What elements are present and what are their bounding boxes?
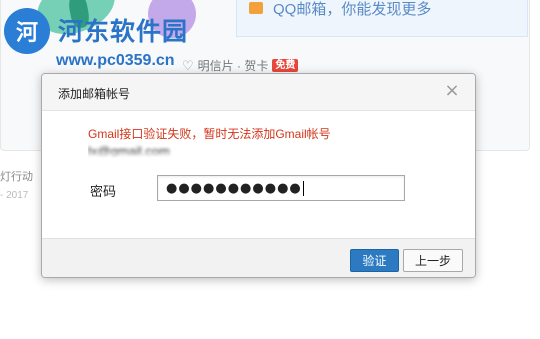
back-button[interactable]: 上一步 bbox=[403, 249, 463, 272]
promo-tip[interactable]: QQ邮箱，你能发现更多 bbox=[236, 0, 528, 37]
dialog-footer: 验证 上一步 bbox=[42, 238, 475, 277]
dialog-title: 添加邮箱帐号 bbox=[58, 87, 131, 101]
text-caret bbox=[302, 180, 304, 196]
side-text: 灯行动 bbox=[0, 171, 33, 183]
add-mail-account-dialog: 添加邮箱帐号 × Gmail接口验证失败，暂时无法添加Gmail帐号 lx@gm… bbox=[41, 73, 476, 278]
password-label: 密码 bbox=[90, 184, 117, 199]
watermark-title: 河东软件园 bbox=[58, 17, 189, 46]
watermark-logo-icon: 河 bbox=[4, 8, 50, 54]
tip-icon bbox=[249, 2, 263, 14]
free-badge: 免费 bbox=[272, 59, 299, 72]
heart-icon: ♡ bbox=[182, 57, 194, 73]
close-icon[interactable]: × bbox=[443, 82, 461, 100]
account-fade bbox=[88, 150, 388, 160]
error-message: Gmail接口验证失败，暂时无法添加Gmail帐号 bbox=[88, 127, 331, 141]
password-field[interactable]: ●●●●●●●●●●● bbox=[157, 175, 405, 201]
password-value: ●●●●●●●●●●● bbox=[166, 180, 302, 196]
dialog-header: 添加邮箱帐号 × bbox=[42, 74, 475, 111]
postcard-label: 明信片 · 贺卡 bbox=[197, 59, 269, 73]
postcard-link[interactable]: ♡ 明信片 · 贺卡 免费 bbox=[182, 57, 299, 74]
watermark-url: www.pc0359.cn bbox=[56, 52, 175, 69]
tip-text: QQ邮箱，你能发现更多 bbox=[273, 1, 432, 18]
account-row: lx@gmail.com bbox=[88, 142, 388, 160]
verify-button[interactable]: 验证 bbox=[350, 249, 399, 272]
side-date: - 2017 bbox=[0, 190, 29, 201]
